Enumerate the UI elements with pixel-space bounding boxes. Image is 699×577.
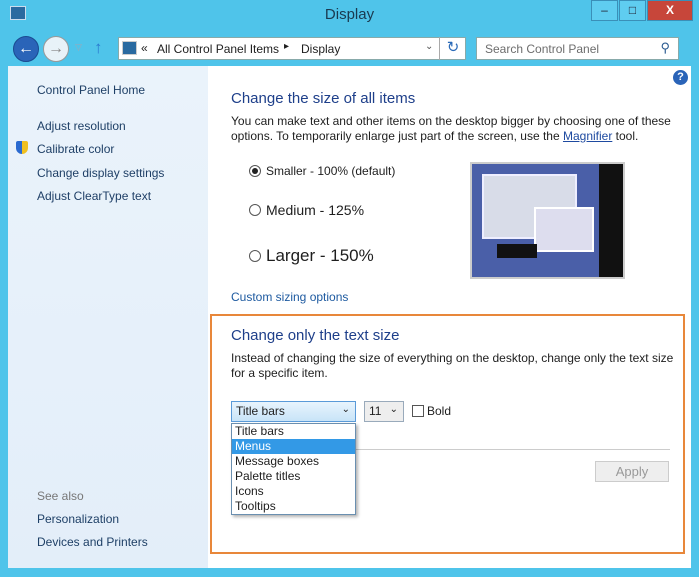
- custom-sizing-link[interactable]: Custom sizing options: [231, 290, 348, 304]
- option-message-boxes[interactable]: Message boxes: [232, 454, 355, 469]
- size-select[interactable]: 11 ⌄: [364, 401, 404, 422]
- chevron-down-icon: ⌄: [341, 404, 350, 415]
- sidebar-devices-printers[interactable]: Devices and Printers: [37, 535, 148, 549]
- divider: [356, 449, 670, 450]
- option-icons[interactable]: Icons: [232, 484, 355, 499]
- address-dropdown-icon[interactable]: ⌄: [425, 41, 433, 52]
- radio-larger-circle[interactable]: [249, 250, 261, 262]
- item-select[interactable]: Title bars ⌄: [231, 401, 356, 422]
- help-icon[interactable]: ?: [673, 70, 688, 85]
- sidebar-change-display-settings[interactable]: Change display settings: [37, 166, 164, 180]
- forward-button[interactable]: →: [43, 36, 69, 62]
- up-button[interactable]: ↑: [94, 38, 103, 58]
- sidebar-control-panel-home[interactable]: Control Panel Home: [37, 83, 145, 97]
- search-placeholder: Search Control Panel: [485, 42, 600, 56]
- option-palette-titles[interactable]: Palette titles: [232, 469, 355, 484]
- shield-icon: [16, 141, 28, 154]
- bold-checkbox-box[interactable]: [412, 405, 424, 417]
- radio-smaller-circle[interactable]: [249, 165, 261, 177]
- refresh-button[interactable]: ↻: [439, 37, 466, 60]
- size-desc-line1: You can make text and other items on the…: [231, 114, 671, 128]
- back-button[interactable]: ←: [13, 36, 39, 62]
- search-input[interactable]: Search Control Panel ⚲: [476, 37, 679, 60]
- option-menus[interactable]: Menus: [232, 439, 355, 454]
- display-preview-image: [470, 162, 625, 279]
- radio-larger-label: Larger - 150%: [266, 246, 374, 265]
- sidebar: Control Panel Home Adjust resolution Cal…: [8, 66, 208, 568]
- close-button[interactable]: X: [647, 0, 693, 21]
- radio-medium[interactable]: Medium - 125%: [249, 202, 364, 218]
- text-heading: Change only the text size: [231, 327, 400, 344]
- radio-smaller[interactable]: Smaller - 100% (default): [249, 164, 395, 178]
- minimize-button[interactable]: –: [591, 0, 618, 21]
- size-desc-line2: options. To temporarily enlarge just par…: [231, 129, 563, 143]
- item-dropdown-list: Title bars Menus Message boxes Palette t…: [231, 423, 356, 515]
- chevron-down-icon: ⌄: [389, 404, 398, 415]
- bold-checkbox[interactable]: Bold: [412, 404, 451, 418]
- radio-medium-label: Medium - 125%: [266, 202, 365, 218]
- breadcrumb-separator[interactable]: ▸: [284, 41, 289, 52]
- radio-smaller-label: Smaller - 100% (default): [266, 164, 396, 178]
- apply-button[interactable]: Apply: [595, 461, 669, 482]
- radio-larger[interactable]: Larger - 150%: [249, 246, 374, 266]
- text-desc-line2: for a specific item.: [231, 366, 328, 380]
- maximize-button[interactable]: □: [619, 0, 646, 21]
- magnifier-link[interactable]: Magnifier: [563, 129, 612, 143]
- item-select-value: Title bars: [236, 404, 285, 418]
- search-icon[interactable]: ⚲: [660, 40, 670, 56]
- address-bar[interactable]: « All Control Panel Items ▸ Display ⌄ ↻: [118, 37, 466, 60]
- size-select-value: 11: [369, 404, 382, 418]
- radio-medium-circle[interactable]: [249, 204, 261, 216]
- control-panel-icon: [122, 41, 137, 55]
- sidebar-personalization[interactable]: Personalization: [37, 512, 119, 526]
- size-desc-line3: tool.: [612, 129, 639, 143]
- sidebar-adjust-resolution[interactable]: Adjust resolution: [37, 119, 126, 133]
- sidebar-calibrate-color[interactable]: Calibrate color: [37, 142, 114, 156]
- size-description: You can make text and other items on the…: [231, 114, 681, 144]
- text-desc-line1: Instead of changing the size of everythi…: [231, 351, 674, 365]
- option-tooltips[interactable]: Tooltips: [232, 499, 355, 514]
- recent-dropdown-icon[interactable]: ▽: [75, 42, 82, 53]
- breadcrumb-overflow[interactable]: «: [141, 41, 148, 55]
- see-also-label: See also: [37, 489, 84, 503]
- bold-label: Bold: [427, 404, 452, 418]
- text-description: Instead of changing the size of everythi…: [231, 351, 681, 381]
- sidebar-adjust-cleartype[interactable]: Adjust ClearType text: [37, 189, 151, 203]
- size-heading: Change the size of all items: [231, 90, 416, 107]
- breadcrumb-all-items[interactable]: All Control Panel Items: [157, 42, 279, 56]
- option-title-bars[interactable]: Title bars: [232, 424, 355, 439]
- breadcrumb-display[interactable]: Display: [301, 42, 340, 56]
